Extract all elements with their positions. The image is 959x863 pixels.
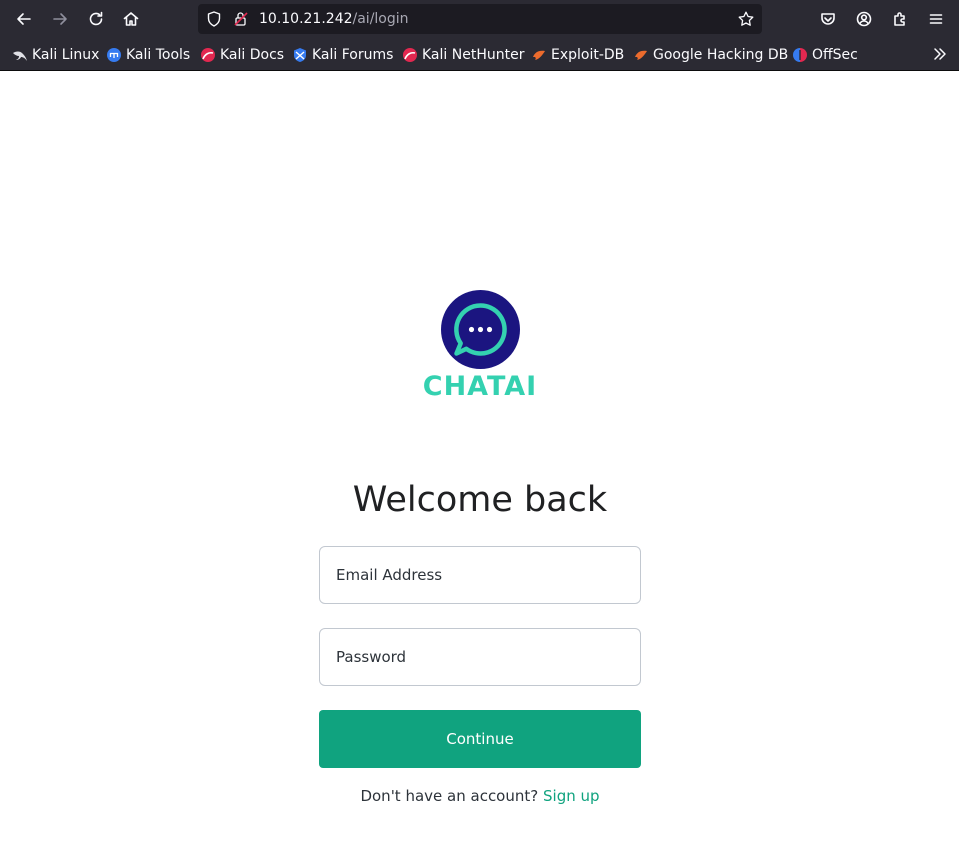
login-page: CHATAI Welcome back Continue Don't have … xyxy=(0,71,959,863)
bookmark-offsec[interactable]: OffSec xyxy=(792,46,858,64)
bookmarks-overflow-chevron-icon[interactable] xyxy=(931,45,949,63)
bookmark-kali-nethunter[interactable]: Kali NetHunter xyxy=(402,46,524,64)
bookmark-label: Google Hacking DB xyxy=(653,47,789,63)
url-text[interactable]: 10.10.21.242/ai/login xyxy=(259,10,409,28)
password-input[interactable] xyxy=(320,629,640,685)
bookmark-kali-docs[interactable]: Kali Docs xyxy=(200,46,284,64)
home-icon xyxy=(123,12,139,26)
ghdb-icon xyxy=(635,50,647,60)
url-host: 10.10.21.242 xyxy=(259,11,353,27)
offsec-icon xyxy=(793,48,807,62)
back-button[interactable] xyxy=(11,6,37,32)
insecure-lock-icon[interactable] xyxy=(232,10,250,28)
forward-arrow-icon xyxy=(53,13,67,25)
signup-prompt-text: Don't have an account? xyxy=(360,787,539,805)
bookmark-label: Exploit-DB xyxy=(551,47,625,63)
bookmark-label: OffSec xyxy=(812,47,858,63)
chat-bubble-icon xyxy=(454,303,507,356)
bookmark-label: Kali Linux xyxy=(32,47,100,63)
kali-docs-icon xyxy=(201,48,215,62)
signup-prompt: Don't have an account? Sign up xyxy=(280,786,680,806)
email-field[interactable] xyxy=(319,546,641,604)
url-bar[interactable]: 10.10.21.242/ai/login xyxy=(198,4,762,34)
account-button[interactable] xyxy=(851,6,877,32)
reload-icon xyxy=(89,11,103,26)
bookmark-star-icon[interactable] xyxy=(737,10,755,28)
home-button[interactable] xyxy=(118,6,144,32)
logo-wordmark: CHATAI xyxy=(422,371,538,402)
kali-forums-icon xyxy=(294,48,306,62)
bookmark-label: Kali Docs xyxy=(220,47,285,63)
puzzle-piece-icon xyxy=(894,12,905,26)
password-field[interactable] xyxy=(319,628,641,686)
reload-button[interactable] xyxy=(83,6,109,32)
extensions-button[interactable] xyxy=(887,6,913,32)
app-menu-button[interactable] xyxy=(923,6,949,32)
forward-button[interactable] xyxy=(47,6,73,32)
exploit-db-icon xyxy=(533,50,545,60)
pocket-button[interactable] xyxy=(815,6,841,32)
page-title: Welcome back xyxy=(352,480,608,520)
account-icon xyxy=(856,11,872,27)
hamburger-menu-icon xyxy=(929,14,943,24)
pocket-icon xyxy=(821,13,835,25)
bookmark-google-hacking-db[interactable]: Google Hacking DB xyxy=(633,46,788,64)
continue-button[interactable]: Continue xyxy=(319,710,641,768)
kali-dragon-icon xyxy=(13,51,27,61)
bookmark-kali-linux[interactable]: Kali Linux xyxy=(12,46,99,64)
bookmark-exploit-db[interactable]: Exploit-DB xyxy=(531,46,624,64)
bookmark-label: Kali NetHunter xyxy=(422,47,525,63)
navigation-toolbar: 10.10.21.242/ai/login xyxy=(0,0,959,38)
email-input[interactable] xyxy=(320,547,640,603)
back-arrow-icon xyxy=(17,13,31,25)
kali-tools-icon xyxy=(107,48,121,62)
bookmark-kali-forums[interactable]: Kali Forums xyxy=(292,46,393,64)
signup-link[interactable]: Sign up xyxy=(543,787,600,805)
bookmarks-toolbar: Kali Linux Kali Tools Kali Docs Kali For… xyxy=(0,38,959,71)
tracking-shield-icon[interactable] xyxy=(205,10,223,28)
url-path: /ai/login xyxy=(352,11,409,27)
kali-nethunter-icon xyxy=(403,48,417,62)
bookmark-label: Kali Tools xyxy=(126,47,191,63)
bookmark-kali-tools[interactable]: Kali Tools xyxy=(106,46,190,64)
browser-chrome: 10.10.21.242/ai/login Kali Linux Kali To… xyxy=(0,0,959,71)
chatai-logo-badge xyxy=(441,290,520,369)
bookmark-label: Kali Forums xyxy=(312,47,394,63)
